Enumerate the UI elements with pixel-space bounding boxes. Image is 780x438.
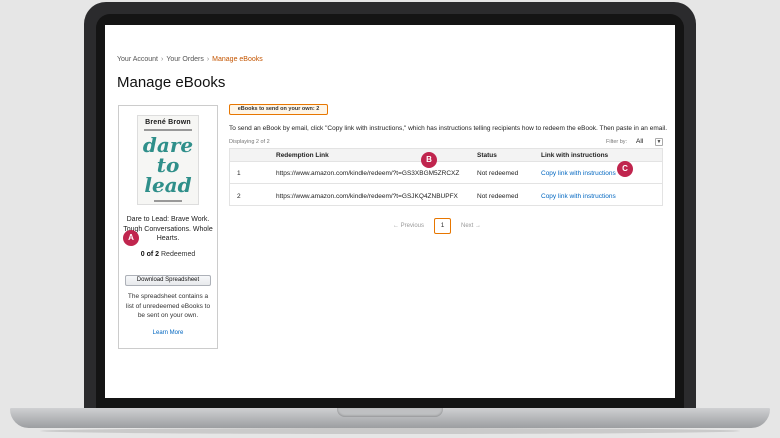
filter-select[interactable]: All bbox=[636, 138, 643, 145]
breadcrumb: Your Account › Your Orders › Manage eBooks bbox=[117, 56, 263, 63]
breadcrumb-your-account[interactable]: Your Account bbox=[117, 56, 158, 63]
redemption-link: https://www.amazon.com/kindle/redeem/?t=… bbox=[276, 193, 458, 200]
redemption-link: https://www.amazon.com/kindle/redeem/?t=… bbox=[276, 170, 460, 177]
redemption-table: Redemption Link Status Link with instruc… bbox=[229, 148, 663, 206]
table-row: 2 https://www.amazon.com/kindle/redeem/?… bbox=[230, 185, 662, 207]
download-spreadsheet-button[interactable]: Download Spreadsheet bbox=[125, 275, 211, 286]
table-row: 1 https://www.amazon.com/kindle/redeem/?… bbox=[230, 162, 662, 184]
tab-send-on-your-own[interactable]: eBooks to send on your own: 2 bbox=[229, 104, 328, 115]
breadcrumb-separator: › bbox=[206, 56, 210, 63]
laptop-shadow bbox=[40, 428, 740, 434]
redeem-count: 0 of 2 Redeemed bbox=[119, 251, 217, 258]
status-text: Not redeemed bbox=[477, 170, 519, 177]
column-header-status: Status bbox=[477, 152, 497, 159]
book-panel: Brené Brown dare to lead Dare to Lead: B… bbox=[118, 105, 218, 349]
book-cover[interactable]: Brené Brown dare to lead bbox=[137, 115, 199, 205]
callout-marker-c: C bbox=[617, 161, 633, 177]
screen: Your Account › Your Orders › Manage eBooks M… bbox=[105, 25, 675, 398]
pagination-next[interactable]: Next → bbox=[461, 223, 481, 229]
breadcrumb-separator: › bbox=[161, 56, 164, 63]
column-header-link-with-instructions: Link with instructions bbox=[541, 152, 609, 159]
learn-more-link[interactable]: Learn More bbox=[119, 330, 217, 336]
chevron-down-icon[interactable]: ▼ bbox=[655, 138, 663, 146]
row-index: 2 bbox=[237, 193, 241, 200]
spreadsheet-description: The spreadsheet contains a list of unred… bbox=[125, 293, 211, 319]
copy-link-button[interactable]: Copy link with instructions bbox=[541, 193, 616, 200]
callout-marker-b: B bbox=[421, 152, 437, 168]
cover-rule bbox=[144, 129, 192, 131]
pagination-page-1[interactable]: 1 bbox=[434, 218, 451, 234]
column-header-redemption-link: Redemption Link bbox=[276, 152, 329, 159]
instructions-text: To send an eBook by email, click "Copy l… bbox=[229, 125, 668, 132]
pagination-previous[interactable]: ← Previous bbox=[393, 223, 424, 229]
filter-label: Filter by: bbox=[606, 139, 628, 145]
cover-author: Brené Brown bbox=[145, 119, 191, 126]
breadcrumb-current: Manage eBooks bbox=[212, 56, 263, 63]
cover-rule bbox=[154, 200, 182, 202]
callout-marker-a: A bbox=[123, 230, 139, 246]
row-index: 1 bbox=[237, 170, 241, 177]
displaying-count: Displaying 2 of 2 bbox=[229, 139, 270, 145]
table-header: Redemption Link Status Link with instruc… bbox=[230, 149, 662, 162]
redeem-count-label: Redeemed bbox=[161, 251, 196, 258]
laptop-notch bbox=[337, 408, 443, 417]
copy-link-button[interactable]: Copy link with instructions bbox=[541, 170, 616, 177]
breadcrumb-your-orders[interactable]: Your Orders bbox=[166, 56, 203, 63]
page-title: Manage eBooks bbox=[117, 74, 226, 91]
redeem-count-value: 0 of 2 bbox=[140, 251, 160, 258]
cover-title: dare to lead bbox=[142, 133, 194, 197]
status-text: Not redeemed bbox=[477, 193, 519, 200]
